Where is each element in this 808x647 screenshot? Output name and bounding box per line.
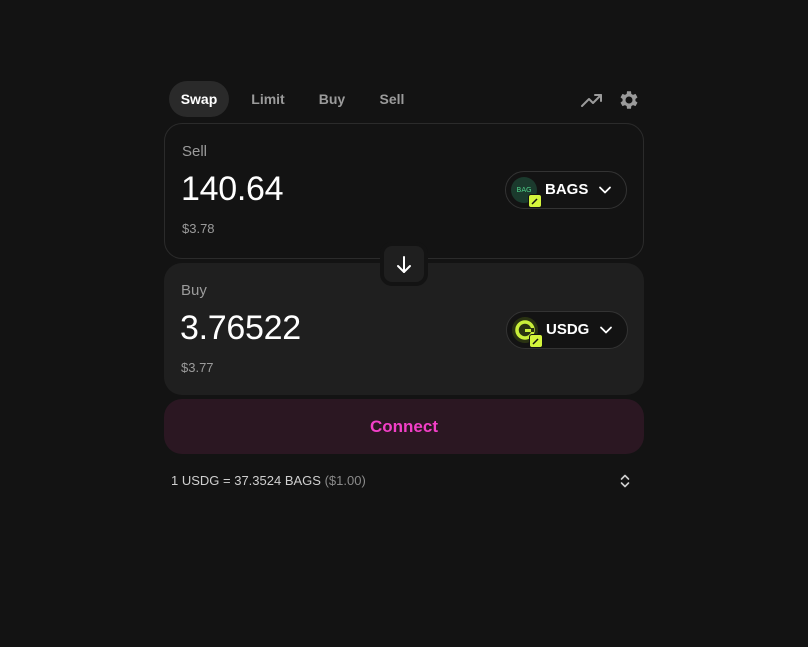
- buy-amount-input[interactable]: 3.76522: [180, 309, 301, 348]
- tab-buy[interactable]: Buy: [310, 81, 354, 117]
- chevron-down-icon: [600, 326, 612, 334]
- swap-widget: Swap Limit Buy Sell Sell 140.64 $3.78 BA…: [164, 80, 644, 488]
- buy-token-selector[interactable]: USDG: [506, 311, 628, 349]
- sell-token-selector[interactable]: BAG BAGS: [505, 171, 627, 209]
- arrow-down-icon: [397, 256, 411, 273]
- expand-collapse-icon[interactable]: [618, 473, 632, 489]
- exchange-rate[interactable]: 1 USDG = 37.3524 BAGS ($1.00): [171, 473, 366, 488]
- sell-amount-input[interactable]: 140.64: [181, 170, 284, 209]
- buy-usd-value: $3.77: [181, 360, 214, 375]
- chevron-down-icon: [599, 186, 611, 194]
- buy-token-symbol: USDG: [546, 321, 590, 338]
- exchange-rate-usd: ($1.00): [324, 473, 366, 488]
- tab-limit[interactable]: Limit: [242, 81, 294, 117]
- switch-tokens-button[interactable]: [380, 242, 428, 286]
- tab-sell[interactable]: Sell: [370, 81, 414, 117]
- chain-badge-icon: [529, 334, 543, 348]
- sell-panel: Sell 140.64 $3.78 BAG BAGS: [164, 123, 644, 259]
- gear-icon[interactable]: [617, 88, 641, 112]
- sell-label: Sell: [182, 143, 208, 160]
- trending-up-icon[interactable]: [580, 88, 604, 112]
- chain-badge-icon: [528, 194, 542, 208]
- exchange-rate-text: 1 USDG = 37.3524 BAGS: [171, 473, 321, 488]
- sell-token-symbol: BAGS: [545, 181, 589, 198]
- connect-button-label: Connect: [370, 417, 438, 436]
- buy-label: Buy: [181, 282, 207, 299]
- tab-bar: Swap Limit Buy Sell: [164, 80, 644, 118]
- tab-swap[interactable]: Swap: [169, 81, 229, 117]
- connect-button[interactable]: Connect: [164, 399, 644, 454]
- sell-usd-value: $3.78: [182, 221, 215, 236]
